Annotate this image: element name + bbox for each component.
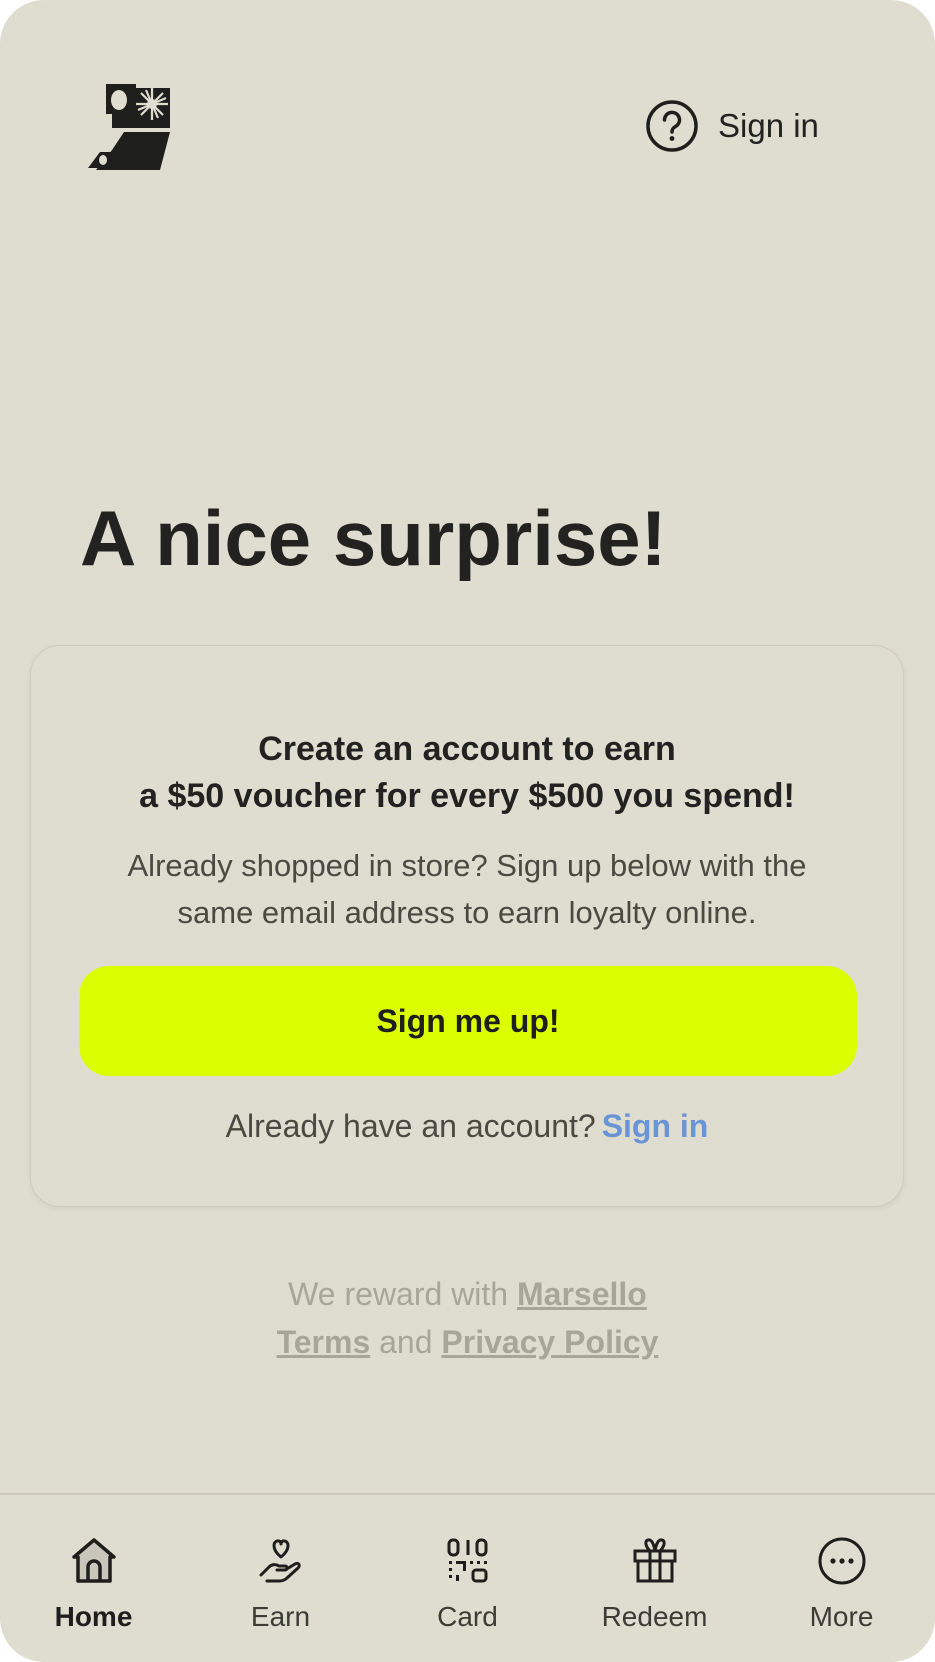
more-dots-icon — [818, 1537, 865, 1585]
card-description-line-2: same email address to earn loyalty onlin… — [177, 895, 757, 930]
qr-code-icon — [447, 1538, 487, 1583]
nav-item-home[interactable]: Home — [0, 1495, 187, 1662]
card-description: Already shopped in store? Sign up below … — [31, 842, 903, 936]
nav-item-card[interactable]: Card — [374, 1495, 561, 1662]
nav-label-more: More — [809, 1601, 874, 1632]
terms-link[interactable]: Terms — [277, 1324, 371, 1360]
card-title: Create an account to earn a $50 voucher … — [31, 726, 903, 820]
marsello-link[interactable]: Marsello — [517, 1276, 647, 1312]
have-account-text: Already have an account? — [225, 1108, 596, 1144]
nav-item-more[interactable]: More — [748, 1495, 935, 1662]
card-title-line-2: a $50 voucher for every $500 you spend! — [139, 777, 795, 815]
nav-label-redeem: Redeem — [601, 1601, 708, 1632]
app-screen: Sign in A nice surprise! Create an accou… — [0, 0, 935, 1662]
footer-legal-line: Terms and Privacy Policy — [0, 1318, 935, 1366]
have-account-row: Already have an account? Sign in — [31, 1108, 903, 1145]
nav-label-home: Home — [54, 1601, 133, 1632]
footer: We reward with Marsello Terms and Privac… — [0, 1270, 935, 1366]
footer-reward-text: We reward with — [288, 1276, 509, 1312]
page-title: A nice surprise! — [80, 494, 667, 582]
nav-item-redeem[interactable]: Redeem — [561, 1495, 748, 1662]
privacy-policy-link[interactable]: Privacy Policy — [441, 1324, 658, 1360]
header-signin-label: Sign in — [718, 107, 819, 144]
card-title-line-1: Create an account to earn — [258, 730, 676, 768]
card-description-line-1: Already shopped in store? Sign up below … — [127, 848, 807, 883]
card-signin-link[interactable]: Sign in — [602, 1108, 709, 1144]
footer-and-text: and — [379, 1324, 433, 1360]
question-circle-icon — [646, 100, 698, 152]
home-icon — [71, 1538, 116, 1583]
sign-me-up-button[interactable]: Sign me up! — [79, 966, 857, 1076]
gift-icon — [633, 1538, 676, 1583]
nav-label-card: Card — [437, 1601, 498, 1632]
nav-label-earn: Earn — [250, 1601, 311, 1632]
header-signin-button[interactable]: Sign in — [644, 98, 819, 154]
bottom-nav: Home Earn Card Redeem More — [0, 1495, 935, 1662]
nav-item-earn[interactable]: Earn — [187, 1495, 374, 1662]
hand-heart-icon — [259, 1539, 301, 1583]
footer-reward-line: We reward with Marsello — [0, 1270, 935, 1318]
brand-logo[interactable] — [84, 80, 176, 172]
signup-card: Create an account to earn a $50 voucher … — [30, 645, 904, 1207]
